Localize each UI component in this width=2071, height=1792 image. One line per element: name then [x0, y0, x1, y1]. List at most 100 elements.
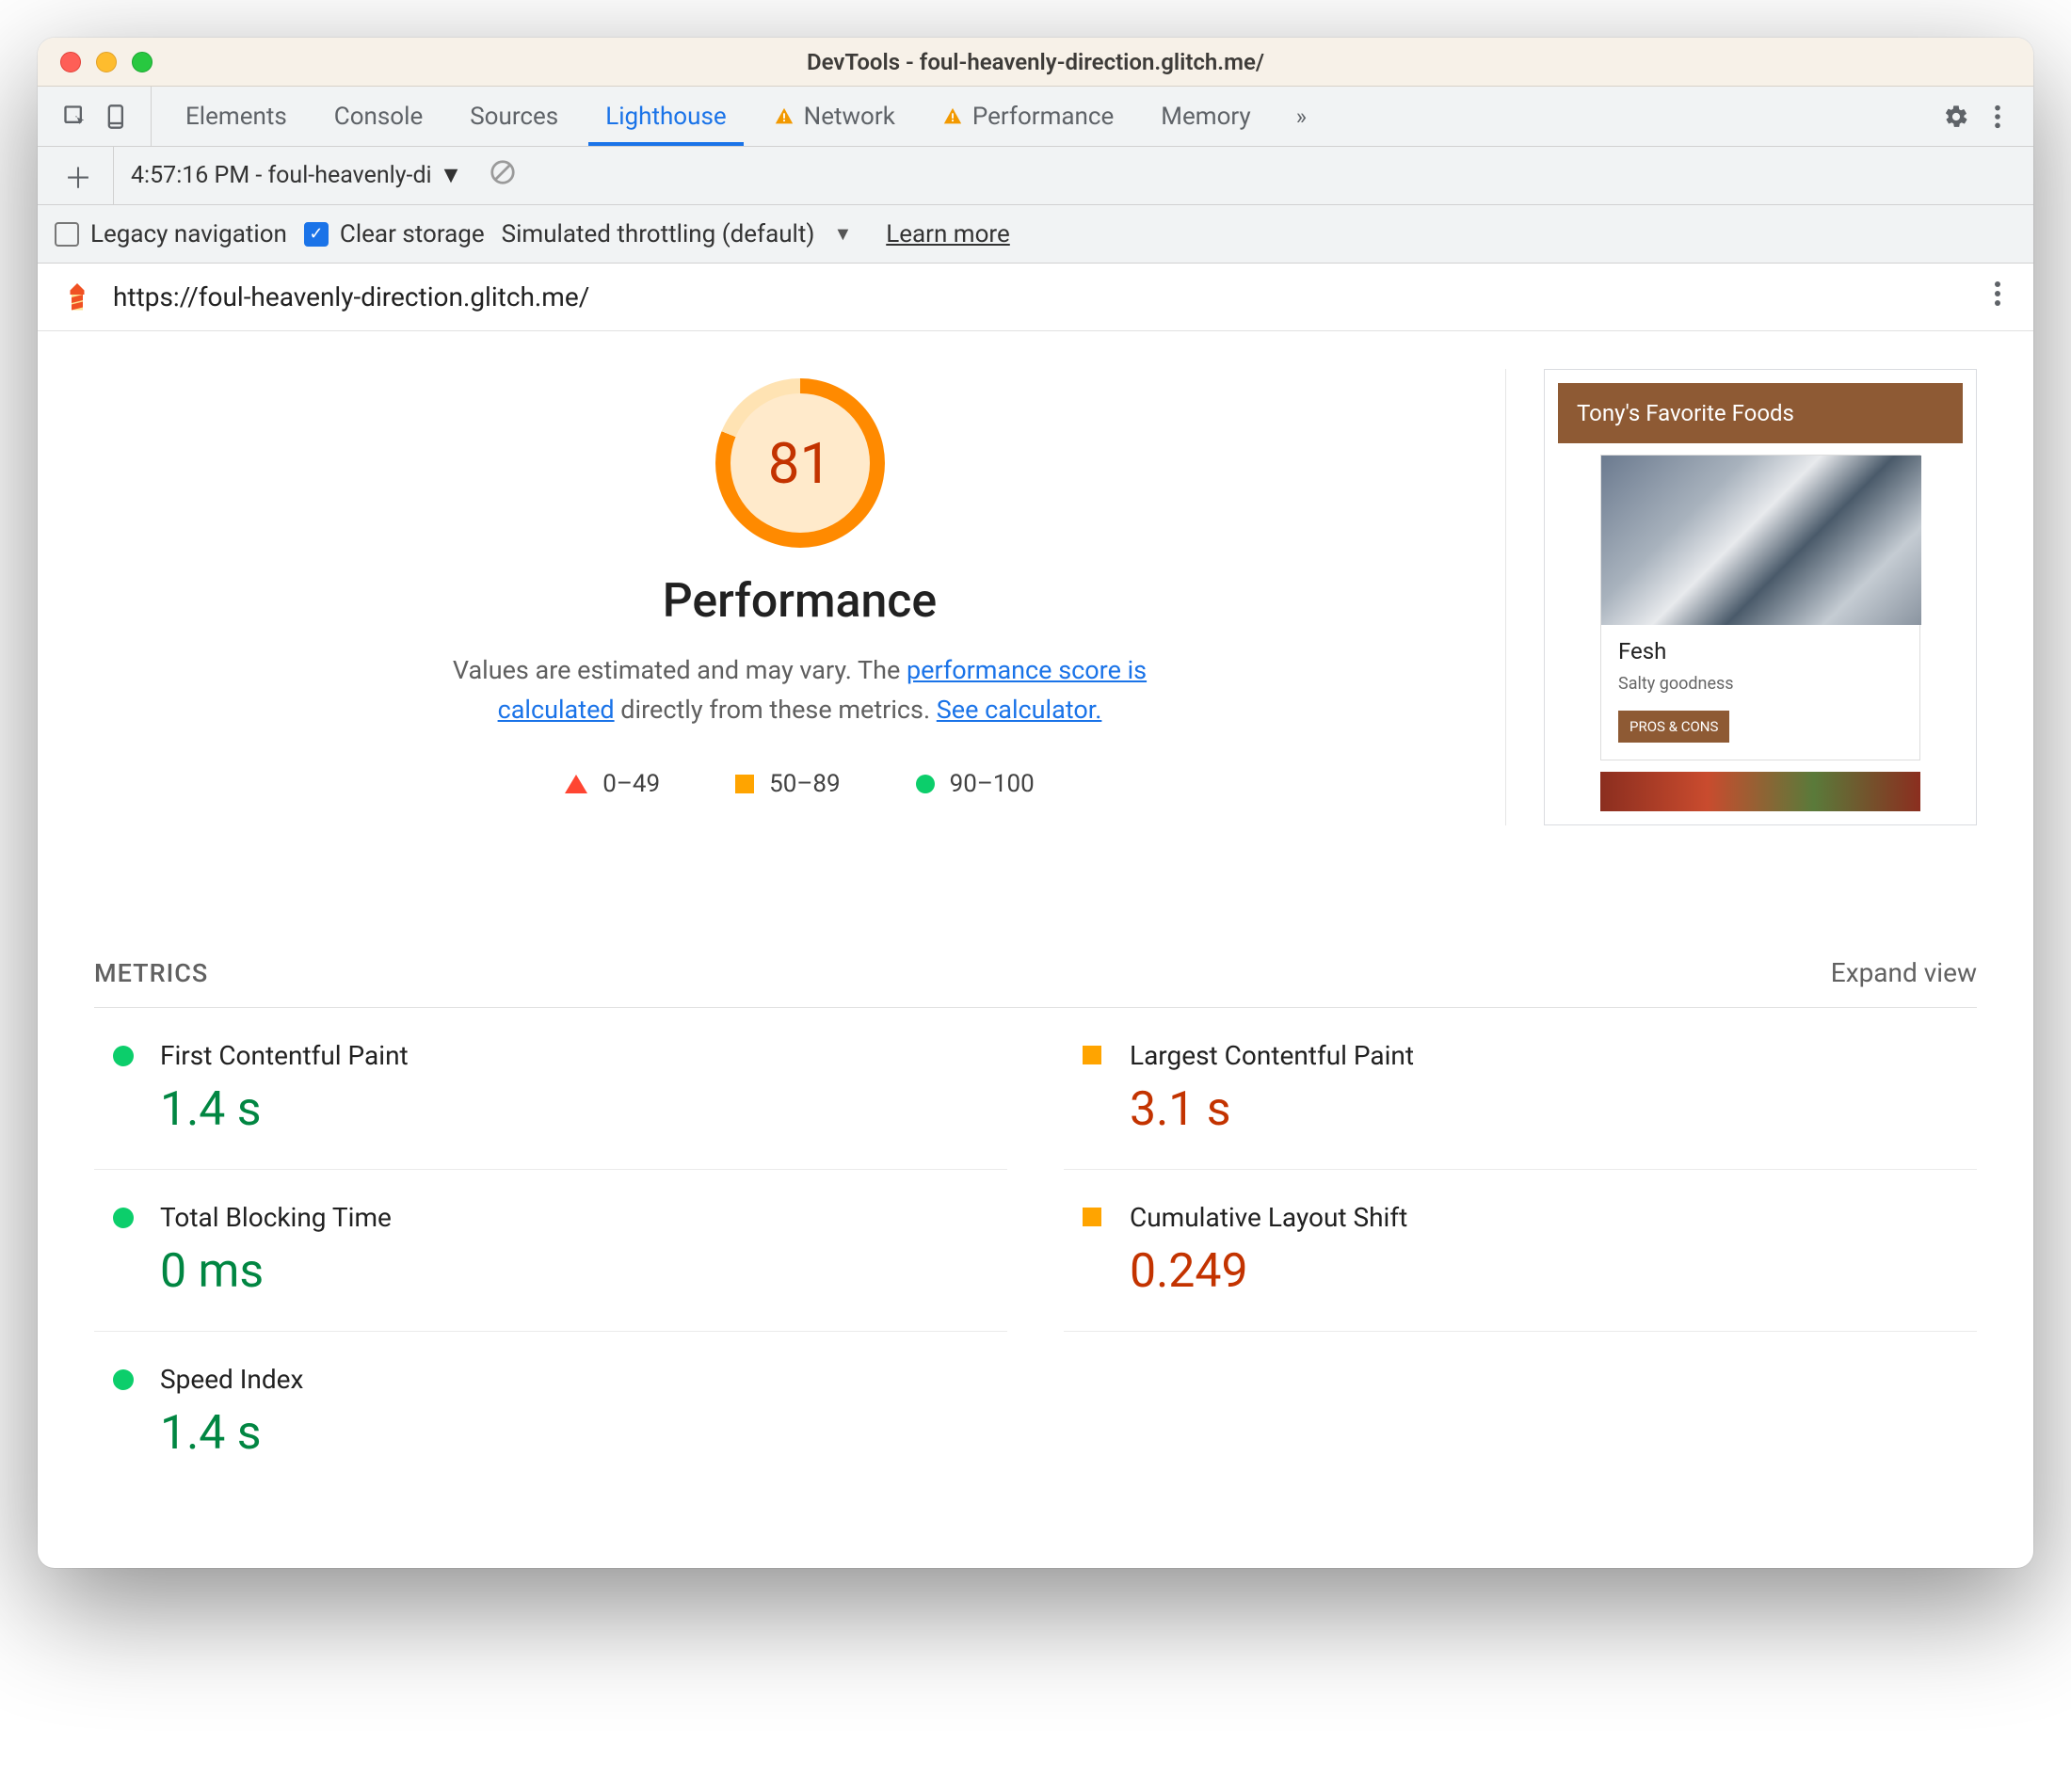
- metric-empty: [1064, 1332, 1977, 1493]
- traffic-lights: [60, 52, 153, 72]
- devtools-window: DevTools - foul-heavenly-direction.glitc…: [38, 38, 2033, 1568]
- perf-desc-text-2: directly from these metrics.: [615, 695, 937, 725]
- metric-value: 0.249: [1130, 1244, 1977, 1299]
- inspect-tools: [45, 87, 152, 146]
- tab-lighthouse[interactable]: Lighthouse: [588, 87, 743, 146]
- preview-card-button: PROS & CONS: [1618, 711, 1729, 743]
- inspect-element-icon[interactable]: [58, 100, 92, 134]
- metric-tbt[interactable]: Total Blocking Time 0 ms: [94, 1170, 1007, 1332]
- status-square-average-icon: [1083, 1208, 1101, 1226]
- scale-good: 90–100: [916, 770, 1035, 798]
- report-top-section: 81 Performance Values are estimated and …: [94, 369, 1977, 825]
- lighthouse-options-row: Legacy navigation ✓ Clear storage Simula…: [38, 205, 2033, 264]
- legacy-navigation-option[interactable]: Legacy navigation: [55, 220, 287, 248]
- new-report-button[interactable]: ＋: [55, 147, 114, 204]
- see-calculator-link[interactable]: See calculator.: [937, 695, 1102, 725]
- metrics-grid: First Contentful Paint 1.4 s Largest Con…: [94, 1008, 1977, 1493]
- tab-performance-label: Performance: [972, 103, 1114, 131]
- score-value: 81: [730, 393, 870, 533]
- scale-good-label: 90–100: [950, 770, 1035, 798]
- tab-sources[interactable]: Sources: [453, 87, 575, 146]
- performance-heading: Performance: [663, 574, 937, 629]
- tab-memory[interactable]: Memory: [1144, 87, 1267, 146]
- metric-cls[interactable]: Cumulative Layout Shift 0.249: [1064, 1170, 1977, 1332]
- tab-performance[interactable]: Performance: [925, 87, 1131, 146]
- circle-icon: [916, 775, 935, 793]
- score-gauge: 81: [715, 378, 885, 548]
- expand-view-toggle[interactable]: Expand view: [1831, 957, 1977, 988]
- devtools-main-tabs: Elements Console Sources Lighthouse Netw…: [38, 87, 2033, 147]
- tab-list: Elements Console Sources Lighthouse Netw…: [152, 87, 1322, 146]
- metric-lcp[interactable]: Largest Contentful Paint 3.1 s: [1064, 1008, 1977, 1170]
- preview-card-body: Fesh Salty goodness PROS & CONS: [1601, 625, 1921, 760]
- clear-report-icon[interactable]: [479, 158, 526, 193]
- report-selector-label: 4:57:16 PM - foul-heavenly-di: [131, 162, 432, 189]
- scale-mid-label: 50–89: [769, 770, 841, 798]
- learn-more-link[interactable]: Learn more: [886, 220, 1010, 248]
- more-options-icon[interactable]: [1981, 100, 2015, 134]
- metric-name: Cumulative Layout Shift: [1130, 1202, 1977, 1233]
- scale-average: 50–89: [735, 770, 841, 798]
- metrics-section-header: METRICS Expand view: [94, 957, 1977, 1008]
- performance-summary: 81 Performance Values are estimated and …: [94, 369, 1506, 825]
- checkbox-checked-icon: ✓: [304, 222, 329, 247]
- metric-value: 0 ms: [160, 1244, 1007, 1299]
- metric-fcp[interactable]: First Contentful Paint 1.4 s: [94, 1008, 1007, 1170]
- warning-icon: [774, 106, 795, 127]
- warning-icon: [942, 106, 963, 127]
- throttling-label: Simulated throttling (default): [502, 220, 815, 248]
- minimize-window-button[interactable]: [96, 52, 117, 72]
- lighthouse-toolbar: ＋ 4:57:16 PM - foul-heavenly-di ▼: [38, 147, 2033, 205]
- status-dot-good-icon: [113, 1369, 134, 1390]
- square-icon: [735, 775, 754, 793]
- preview-site-header: Tony's Favorite Foods: [1558, 383, 1963, 443]
- metric-name: Speed Index: [160, 1364, 1007, 1395]
- tabs-right-controls: [1939, 100, 2026, 134]
- metric-speed-index[interactable]: Speed Index 1.4 s: [94, 1332, 1007, 1493]
- preview-card-title: Fesh: [1618, 638, 1904, 664]
- settings-gear-icon[interactable]: [1939, 100, 1973, 134]
- window-titlebar: DevTools - foul-heavenly-direction.glitc…: [38, 38, 2033, 87]
- tab-elements[interactable]: Elements: [169, 87, 304, 146]
- metric-name: First Contentful Paint: [160, 1040, 1007, 1071]
- metric-name: Largest Contentful Paint: [1130, 1040, 1977, 1071]
- scale-bad: 0–49: [565, 770, 660, 798]
- tab-network[interactable]: Network: [757, 87, 912, 146]
- tab-network-label: Network: [804, 103, 895, 131]
- page-screenshot-preview: Tony's Favorite Foods Fesh Salty goodnes…: [1544, 369, 1977, 825]
- preview-next-card-peek: [1600, 772, 1920, 811]
- tab-console[interactable]: Console: [317, 87, 440, 146]
- lighthouse-logo-icon: [60, 280, 94, 314]
- lighthouse-report: 81 Performance Values are estimated and …: [38, 331, 2033, 1568]
- legacy-navigation-label: Legacy navigation: [90, 220, 287, 248]
- preview-food-card: Fesh Salty goodness PROS & CONS: [1600, 455, 1920, 760]
- report-url: https://foul-heavenly-direction.glitch.m…: [113, 281, 1966, 312]
- metrics-heading: METRICS: [94, 958, 208, 988]
- score-scale-legend: 0–49 50–89 90–100: [565, 770, 1035, 798]
- scale-bad-label: 0–49: [602, 770, 660, 798]
- perf-desc-text-1: Values are estimated and may vary. The: [453, 655, 907, 685]
- preview-food-image: [1601, 456, 1921, 625]
- report-menu-icon[interactable]: [1984, 280, 2011, 314]
- clear-storage-option[interactable]: ✓ Clear storage: [304, 220, 485, 248]
- window-title: DevTools - foul-heavenly-direction.glitc…: [56, 49, 2015, 75]
- checkbox-unchecked-icon: [55, 222, 79, 247]
- performance-description: Values are estimated and may vary. The p…: [414, 651, 1186, 730]
- metric-value: 3.1 s: [1130, 1082, 1977, 1137]
- status-square-average-icon: [1083, 1046, 1101, 1064]
- status-dot-good-icon: [113, 1046, 134, 1066]
- clear-storage-label: Clear storage: [340, 220, 485, 248]
- metric-value: 1.4 s: [160, 1406, 1007, 1461]
- status-dot-good-icon: [113, 1208, 134, 1228]
- report-url-row: https://foul-heavenly-direction.glitch.m…: [38, 264, 2033, 331]
- metric-name: Total Blocking Time: [160, 1202, 1007, 1233]
- device-toolbar-icon[interactable]: [100, 100, 134, 134]
- metric-value: 1.4 s: [160, 1082, 1007, 1137]
- dropdown-caret-icon: ▼: [833, 222, 852, 246]
- more-tabs-icon[interactable]: »: [1281, 104, 1322, 130]
- report-selector[interactable]: 4:57:16 PM - foul-heavenly-di ▼: [131, 162, 462, 189]
- throttling-selector[interactable]: Simulated throttling (default) ▼: [502, 220, 853, 248]
- preview-card-subtitle: Salty goodness: [1618, 674, 1904, 694]
- zoom-window-button[interactable]: [132, 52, 153, 72]
- close-window-button[interactable]: [60, 52, 81, 72]
